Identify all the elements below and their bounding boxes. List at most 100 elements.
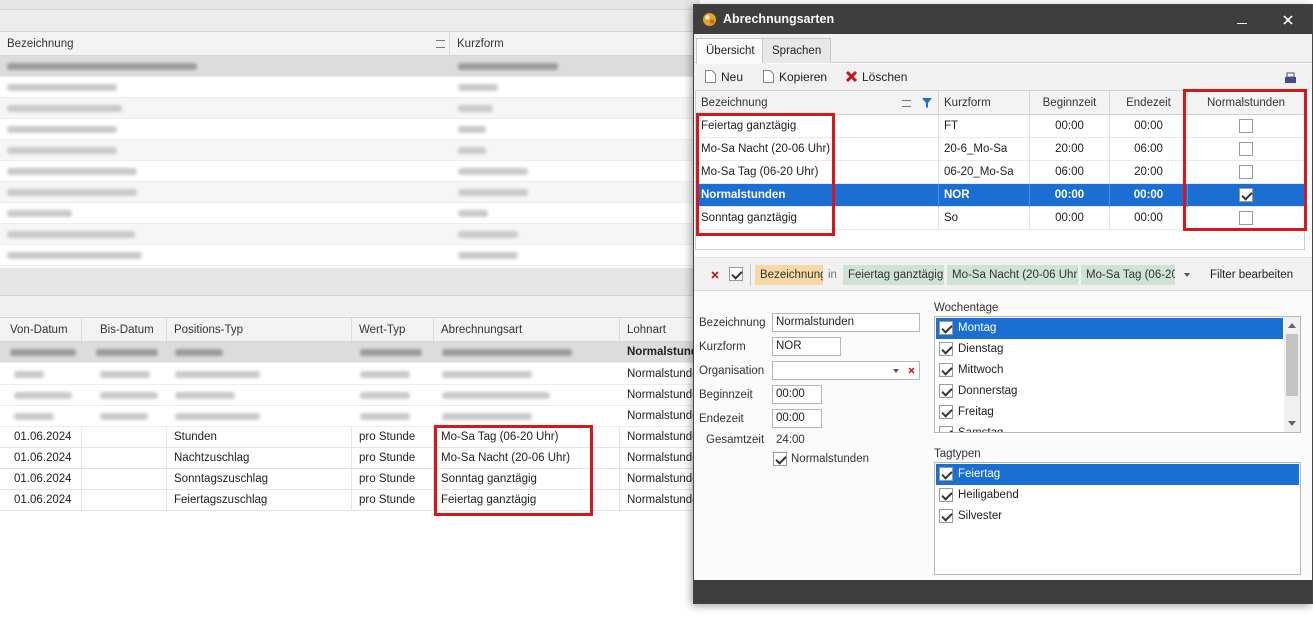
table-row[interactable]	[0, 224, 700, 245]
normalstunden-checkbox[interactable]	[773, 452, 787, 466]
filter-icon[interactable]	[922, 98, 932, 108]
app-icon	[703, 13, 716, 26]
column-header-abrechnungsart[interactable]: Abrechnungsart	[434, 318, 620, 342]
scrollbar[interactable]	[1284, 317, 1300, 432]
list-item[interactable]: Montag	[936, 318, 1283, 339]
column-header-lohnart[interactable]: Lohnart	[620, 318, 700, 342]
scroll-up-icon[interactable]	[1288, 323, 1296, 328]
column-header-bezeichnung[interactable]: Bezeichnung	[0, 32, 450, 56]
table-row[interactable]	[0, 98, 700, 119]
filter-value-chip[interactable]: Feiertag ganztägig	[843, 265, 944, 285]
list-item[interactable]: Heiligabend	[936, 485, 1299, 506]
tab-uebersicht[interactable]: Übersicht	[696, 38, 765, 64]
tagtypen-label: Tagtypen	[934, 448, 981, 460]
table-row[interactable]	[0, 77, 700, 98]
column-header-kurzform[interactable]: Kurzform	[939, 91, 1030, 115]
new-button[interactable]: Neu	[704, 68, 743, 86]
sort-icon[interactable]	[902, 100, 911, 107]
table-row[interactable]: Normalstunden	[0, 342, 700, 363]
filter-enabled-checkbox[interactable]	[729, 267, 743, 281]
kurzform-cell: NOR	[939, 184, 1030, 207]
dropdown-arrow-icon[interactable]	[893, 369, 899, 373]
donnerstag-checkbox[interactable]	[939, 384, 953, 398]
sort-icon[interactable]	[436, 40, 445, 48]
delete-button[interactable]: Löschen	[845, 68, 907, 86]
clear-icon[interactable]	[908, 367, 915, 374]
list-item[interactable]: Silvester	[936, 506, 1299, 527]
wert-typ-cell: pro Stunde	[352, 469, 434, 490]
scrollbar-thumb[interactable]	[1286, 334, 1298, 396]
copy-button[interactable]: Kopieren	[762, 68, 827, 86]
list-item[interactable]: Dienstag	[936, 339, 1283, 360]
samstag-checkbox[interactable]	[939, 426, 953, 432]
column-header-positions-typ[interactable]: Positions-Typ	[167, 318, 352, 342]
table-row[interactable]	[0, 203, 700, 224]
filter-dropdown-icon[interactable]	[1184, 273, 1190, 277]
wochentage-label: Wochentage	[934, 302, 999, 314]
filter-field-chip[interactable]: Bezeichnung	[755, 265, 823, 285]
beginnzeit-label: Beginnzeit	[699, 389, 753, 401]
table-row[interactable]: Normalstunden	[0, 406, 700, 427]
close-button[interactable]	[1268, 5, 1308, 34]
wert-typ-cell: pro Stunde	[352, 490, 434, 511]
mittwoch-checkbox[interactable]	[939, 363, 953, 377]
table-row[interactable]: 01.06.2024 Stunden pro Stunde Mo-Sa Tag …	[0, 427, 700, 448]
dialog-titlebar[interactable]: Abrechnungsarten	[694, 5, 1312, 34]
beginnzeit-cell: 06:00	[1030, 161, 1110, 184]
minimize-button[interactable]	[1222, 5, 1262, 34]
montag-checkbox[interactable]	[939, 321, 953, 335]
tab-sprachen[interactable]: Sprachen	[762, 38, 832, 63]
beginnzeit-input[interactable]: 00:00	[772, 385, 822, 404]
heiligabend-checkbox[interactable]	[939, 488, 953, 502]
table-row[interactable]	[0, 245, 700, 266]
column-header-wert-typ[interactable]: Wert-Typ	[352, 318, 434, 342]
beginnzeit-cell: 00:00	[1030, 184, 1110, 207]
bis-datum-cell	[82, 490, 167, 511]
divider	[750, 264, 751, 286]
silvester-checkbox[interactable]	[939, 509, 953, 523]
endezeit-input[interactable]: 00:00	[772, 409, 822, 428]
splitter[interactable]	[0, 268, 700, 296]
table-row[interactable]	[0, 140, 700, 161]
table-row[interactable]	[0, 119, 700, 140]
table-row[interactable]	[0, 56, 700, 77]
bezeichnung-input[interactable]: Normalstunden	[772, 313, 920, 332]
dienstag-checkbox[interactable]	[939, 342, 953, 356]
endezeit-cell: 00:00	[1110, 115, 1188, 138]
column-header-beginnzeit[interactable]: Beginnzeit	[1030, 91, 1110, 115]
endezeit-cell: 20:00	[1110, 161, 1188, 184]
feiertag-checkbox[interactable]	[939, 467, 953, 481]
scroll-down-icon[interactable]	[1288, 421, 1296, 426]
bis-datum-cell	[82, 448, 167, 469]
table-row[interactable]: 01.06.2024 Sonntagszuschlag pro Stunde S…	[0, 469, 700, 490]
column-header-endezeit[interactable]: Endezeit	[1110, 91, 1188, 115]
table-row[interactable]	[0, 182, 700, 203]
clear-filter-icon[interactable]	[711, 271, 719, 279]
beginnzeit-cell: 00:00	[1030, 207, 1110, 230]
table-row[interactable]	[0, 161, 700, 182]
list-item[interactable]: Freitag	[936, 402, 1283, 423]
column-header-bis-datum[interactable]: Bis-Datum	[82, 318, 167, 342]
von-datum-cell: 01.06.2024	[0, 427, 82, 448]
kurzform-input[interactable]: NOR	[772, 337, 841, 356]
column-header-kurzform[interactable]: Kurzform	[450, 32, 700, 56]
print-icon[interactable]	[1284, 72, 1297, 84]
table-row[interactable]: Normalstunden	[0, 385, 700, 406]
list-item[interactable]: Feiertag	[936, 464, 1299, 485]
edit-filter-link[interactable]: Filter bearbeiten	[1205, 265, 1298, 285]
filter-operator: in	[828, 269, 837, 281]
table-row[interactable]: 01.06.2024 Feiertagszuschlag pro Stunde …	[0, 490, 700, 511]
column-header-von-datum[interactable]: Von-Datum	[0, 318, 82, 342]
freitag-checkbox[interactable]	[939, 405, 953, 419]
kurzform-cell: So	[939, 207, 1030, 230]
filter-value-chip[interactable]: Mo-Sa Nacht (20-06 Uhr)	[947, 265, 1078, 285]
list-item[interactable]: Donnerstag	[936, 381, 1283, 402]
table-row[interactable]: 01.06.2024 Nachtzuschlag pro Stunde Mo-S…	[0, 448, 700, 469]
list-item[interactable]: Samstag	[936, 423, 1283, 432]
beginnzeit-cell: 00:00	[1030, 115, 1110, 138]
top-grid-header: Bezeichnung Kurzform	[0, 32, 700, 56]
filter-value-chip[interactable]: Mo-Sa Tag (06-20	[1081, 265, 1175, 285]
table-row[interactable]: Normalstunden	[0, 364, 700, 385]
organisation-label: Organisation	[699, 365, 765, 377]
list-item[interactable]: Mittwoch	[936, 360, 1283, 381]
